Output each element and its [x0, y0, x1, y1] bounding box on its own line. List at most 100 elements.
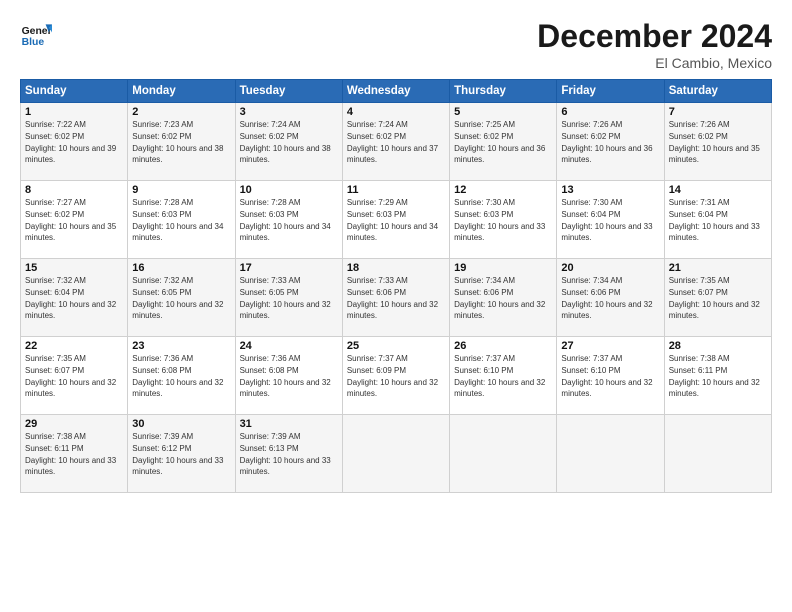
calendar-cell: 25 Sunrise: 7:37 AMSunset: 6:09 PMDaylig… [342, 337, 449, 415]
day-number: 27 [561, 340, 659, 352]
day-info: Sunrise: 7:39 AMSunset: 6:13 PMDaylight:… [240, 432, 331, 476]
calendar-cell [342, 415, 449, 493]
day-info: Sunrise: 7:37 AMSunset: 6:09 PMDaylight:… [347, 354, 438, 398]
col-sunday: Sunday [21, 80, 128, 103]
day-info: Sunrise: 7:28 AMSunset: 6:03 PMDaylight:… [240, 198, 331, 242]
header: General Blue December 2024 El Cambio, Me… [20, 18, 772, 71]
day-number: 18 [347, 262, 445, 274]
svg-text:Blue: Blue [22, 37, 45, 48]
day-info: Sunrise: 7:36 AMSunset: 6:08 PMDaylight:… [132, 354, 223, 398]
day-number: 7 [669, 106, 767, 118]
calendar-week-1: 1 Sunrise: 7:22 AMSunset: 6:02 PMDayligh… [21, 103, 772, 181]
day-number: 16 [132, 262, 230, 274]
calendar-cell: 1 Sunrise: 7:22 AMSunset: 6:02 PMDayligh… [21, 103, 128, 181]
calendar-subtitle: El Cambio, Mexico [537, 55, 772, 71]
day-number: 17 [240, 262, 338, 274]
calendar-cell: 15 Sunrise: 7:32 AMSunset: 6:04 PMDaylig… [21, 259, 128, 337]
calendar-cell: 24 Sunrise: 7:36 AMSunset: 6:08 PMDaylig… [235, 337, 342, 415]
day-info: Sunrise: 7:23 AMSunset: 6:02 PMDaylight:… [132, 120, 223, 164]
day-info: Sunrise: 7:35 AMSunset: 6:07 PMDaylight:… [25, 354, 116, 398]
day-number: 29 [25, 418, 123, 430]
day-info: Sunrise: 7:38 AMSunset: 6:11 PMDaylight:… [669, 354, 760, 398]
day-number: 15 [25, 262, 123, 274]
day-info: Sunrise: 7:31 AMSunset: 6:04 PMDaylight:… [669, 198, 760, 242]
calendar-week-3: 15 Sunrise: 7:32 AMSunset: 6:04 PMDaylig… [21, 259, 772, 337]
day-info: Sunrise: 7:37 AMSunset: 6:10 PMDaylight:… [454, 354, 545, 398]
calendar-cell: 18 Sunrise: 7:33 AMSunset: 6:06 PMDaylig… [342, 259, 449, 337]
day-number: 12 [454, 184, 552, 196]
day-number: 23 [132, 340, 230, 352]
calendar-title: December 2024 [537, 18, 772, 55]
day-info: Sunrise: 7:37 AMSunset: 6:10 PMDaylight:… [561, 354, 652, 398]
day-number: 8 [25, 184, 123, 196]
calendar-week-5: 29 Sunrise: 7:38 AMSunset: 6:11 PMDaylig… [21, 415, 772, 493]
calendar-week-2: 8 Sunrise: 7:27 AMSunset: 6:02 PMDayligh… [21, 181, 772, 259]
day-number: 2 [132, 106, 230, 118]
day-number: 6 [561, 106, 659, 118]
day-info: Sunrise: 7:28 AMSunset: 6:03 PMDaylight:… [132, 198, 223, 242]
day-info: Sunrise: 7:22 AMSunset: 6:02 PMDaylight:… [25, 120, 116, 164]
col-thursday: Thursday [450, 80, 557, 103]
calendar-table: Sunday Monday Tuesday Wednesday Thursday… [20, 79, 772, 493]
calendar-cell: 28 Sunrise: 7:38 AMSunset: 6:11 PMDaylig… [664, 337, 771, 415]
day-number: 31 [240, 418, 338, 430]
calendar-cell: 16 Sunrise: 7:32 AMSunset: 6:05 PMDaylig… [128, 259, 235, 337]
day-info: Sunrise: 7:24 AMSunset: 6:02 PMDaylight:… [240, 120, 331, 164]
day-info: Sunrise: 7:36 AMSunset: 6:08 PMDaylight:… [240, 354, 331, 398]
calendar-cell: 11 Sunrise: 7:29 AMSunset: 6:03 PMDaylig… [342, 181, 449, 259]
col-wednesday: Wednesday [342, 80, 449, 103]
calendar-cell: 5 Sunrise: 7:25 AMSunset: 6:02 PMDayligh… [450, 103, 557, 181]
day-info: Sunrise: 7:39 AMSunset: 6:12 PMDaylight:… [132, 432, 223, 476]
day-info: Sunrise: 7:30 AMSunset: 6:04 PMDaylight:… [561, 198, 652, 242]
title-block: December 2024 El Cambio, Mexico [537, 18, 772, 71]
col-monday: Monday [128, 80, 235, 103]
col-tuesday: Tuesday [235, 80, 342, 103]
calendar-cell: 19 Sunrise: 7:34 AMSunset: 6:06 PMDaylig… [450, 259, 557, 337]
calendar-week-4: 22 Sunrise: 7:35 AMSunset: 6:07 PMDaylig… [21, 337, 772, 415]
day-info: Sunrise: 7:29 AMSunset: 6:03 PMDaylight:… [347, 198, 438, 242]
calendar-cell: 22 Sunrise: 7:35 AMSunset: 6:07 PMDaylig… [21, 337, 128, 415]
calendar-cell: 13 Sunrise: 7:30 AMSunset: 6:04 PMDaylig… [557, 181, 664, 259]
day-info: Sunrise: 7:33 AMSunset: 6:06 PMDaylight:… [347, 276, 438, 320]
day-info: Sunrise: 7:34 AMSunset: 6:06 PMDaylight:… [454, 276, 545, 320]
calendar-cell: 21 Sunrise: 7:35 AMSunset: 6:07 PMDaylig… [664, 259, 771, 337]
day-number: 21 [669, 262, 767, 274]
day-number: 14 [669, 184, 767, 196]
day-number: 9 [132, 184, 230, 196]
calendar-cell: 30 Sunrise: 7:39 AMSunset: 6:12 PMDaylig… [128, 415, 235, 493]
day-number: 28 [669, 340, 767, 352]
day-info: Sunrise: 7:30 AMSunset: 6:03 PMDaylight:… [454, 198, 545, 242]
day-info: Sunrise: 7:27 AMSunset: 6:02 PMDaylight:… [25, 198, 116, 242]
day-info: Sunrise: 7:35 AMSunset: 6:07 PMDaylight:… [669, 276, 760, 320]
day-number: 4 [347, 106, 445, 118]
calendar-cell: 2 Sunrise: 7:23 AMSunset: 6:02 PMDayligh… [128, 103, 235, 181]
calendar-cell: 26 Sunrise: 7:37 AMSunset: 6:10 PMDaylig… [450, 337, 557, 415]
calendar-cell: 31 Sunrise: 7:39 AMSunset: 6:13 PMDaylig… [235, 415, 342, 493]
calendar-cell: 29 Sunrise: 7:38 AMSunset: 6:11 PMDaylig… [21, 415, 128, 493]
day-info: Sunrise: 7:38 AMSunset: 6:11 PMDaylight:… [25, 432, 116, 476]
calendar-cell: 7 Sunrise: 7:26 AMSunset: 6:02 PMDayligh… [664, 103, 771, 181]
calendar-cell: 4 Sunrise: 7:24 AMSunset: 6:02 PMDayligh… [342, 103, 449, 181]
col-saturday: Saturday [664, 80, 771, 103]
day-number: 19 [454, 262, 552, 274]
calendar-cell: 14 Sunrise: 7:31 AMSunset: 6:04 PMDaylig… [664, 181, 771, 259]
logo-icon: General Blue [20, 18, 52, 50]
day-info: Sunrise: 7:32 AMSunset: 6:04 PMDaylight:… [25, 276, 116, 320]
day-number: 20 [561, 262, 659, 274]
day-number: 13 [561, 184, 659, 196]
day-number: 1 [25, 106, 123, 118]
calendar-cell: 12 Sunrise: 7:30 AMSunset: 6:03 PMDaylig… [450, 181, 557, 259]
calendar-cell: 17 Sunrise: 7:33 AMSunset: 6:05 PMDaylig… [235, 259, 342, 337]
calendar-cell [450, 415, 557, 493]
day-info: Sunrise: 7:26 AMSunset: 6:02 PMDaylight:… [561, 120, 652, 164]
logo: General Blue [20, 18, 52, 50]
header-row: Sunday Monday Tuesday Wednesday Thursday… [21, 80, 772, 103]
day-info: Sunrise: 7:26 AMSunset: 6:02 PMDaylight:… [669, 120, 760, 164]
calendar-cell: 6 Sunrise: 7:26 AMSunset: 6:02 PMDayligh… [557, 103, 664, 181]
calendar-cell [557, 415, 664, 493]
day-number: 22 [25, 340, 123, 352]
calendar-cell: 8 Sunrise: 7:27 AMSunset: 6:02 PMDayligh… [21, 181, 128, 259]
calendar-cell [664, 415, 771, 493]
day-number: 10 [240, 184, 338, 196]
day-info: Sunrise: 7:33 AMSunset: 6:05 PMDaylight:… [240, 276, 331, 320]
